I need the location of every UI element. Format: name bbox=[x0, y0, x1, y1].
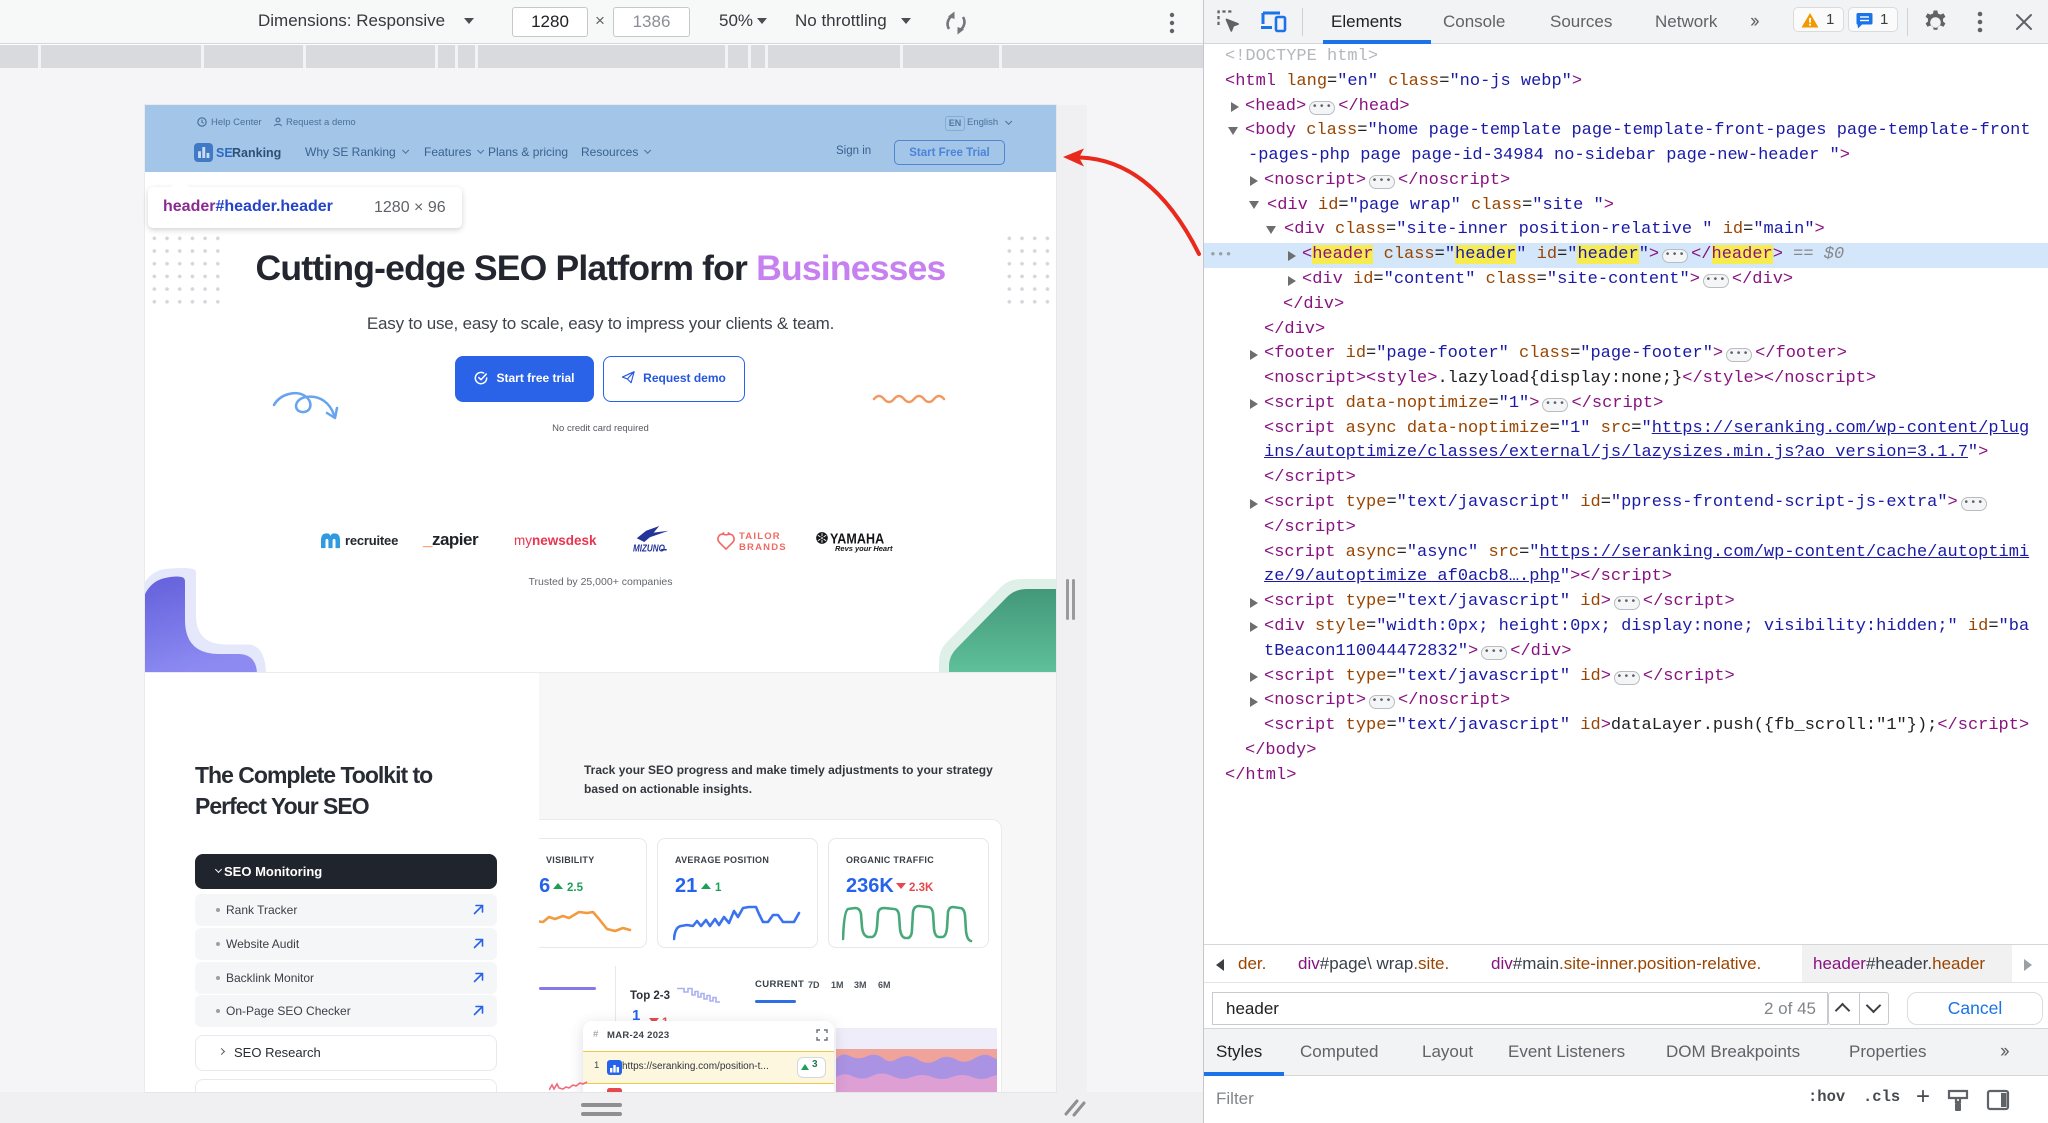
svg-text:1: 1 bbox=[715, 882, 722, 893]
svg-text:2.3K: 2.3K bbox=[909, 882, 934, 893]
svg-text:MIZUNO: MIZUNO bbox=[633, 543, 665, 554]
svg-text:2.5: 2.5 bbox=[567, 882, 584, 893]
